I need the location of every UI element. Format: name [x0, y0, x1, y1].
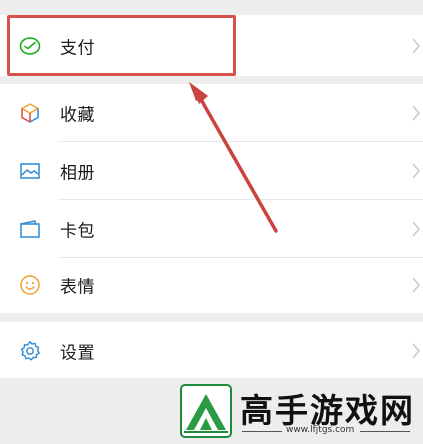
watermark-underline-right [360, 431, 410, 432]
watermark: 高手游戏网 www.lfjtgs.com [168, 380, 420, 442]
wechat-me-menu: 支付 收藏 相册 卡包 表情 设置 高手游戏网 www.lfjtgs.com [0, 0, 423, 444]
watermark-underline-left [242, 431, 282, 432]
annotation-arrow [189, 82, 278, 233]
watermark-url: www.lfjtgs.com [286, 425, 355, 435]
watermark-logo-icon [180, 384, 232, 438]
